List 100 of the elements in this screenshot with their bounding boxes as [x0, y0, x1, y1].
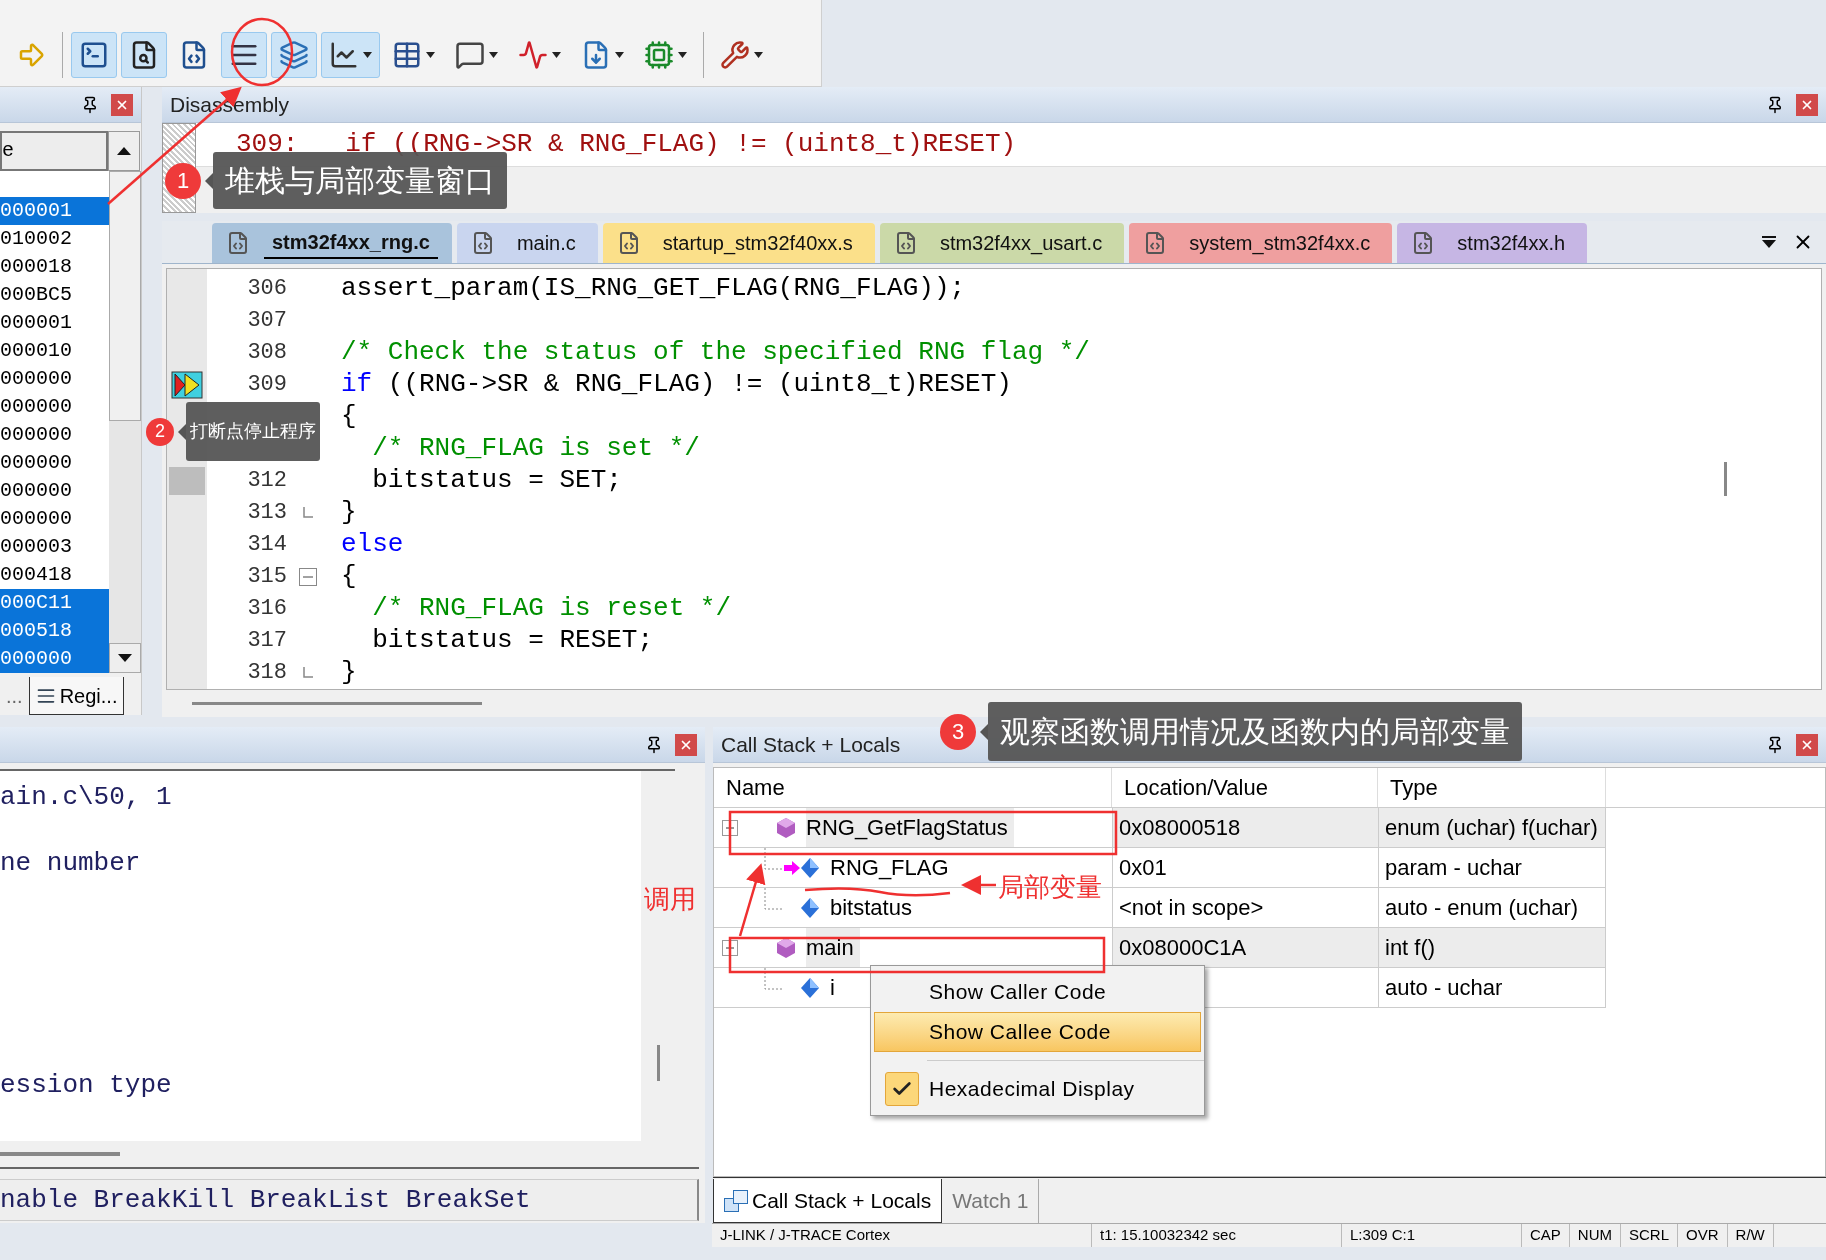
- column-header[interactable]: Name: [714, 768, 1112, 807]
- code-line: {: [340, 560, 357, 594]
- table-cell: auto - enum (uchar): [1378, 888, 1606, 928]
- annotation-arrow: [961, 875, 996, 895]
- scrollbar-thumb[interactable]: [0, 1152, 120, 1156]
- status-item: R/W: [1727, 1224, 1774, 1247]
- column-header-text: e: [2, 138, 14, 164]
- menu-item[interactable]: Hexadecimal Display: [874, 1069, 1201, 1109]
- wrench-icon: [720, 40, 750, 70]
- code-line: if ((RNG->SR & RNG_FLAG) != (uint8_t)RESET): [340, 368, 1012, 402]
- panel-tab[interactable]: Call Stack + Locals: [713, 1179, 943, 1223]
- register-value[interactable]: 000518: [0, 617, 110, 645]
- column-header[interactable]: Location/Value: [1112, 768, 1378, 807]
- column-header[interactable]: e: [0, 131, 108, 171]
- toolbar-button[interactable]: [321, 32, 380, 78]
- callout-pointer: [178, 423, 186, 440]
- menu-item[interactable]: Show Callee Code: [874, 1012, 1201, 1052]
- scroll-up-button[interactable]: [108, 131, 140, 171]
- scrollbar-thumb[interactable]: [192, 701, 482, 705]
- dropdown-icon[interactable]: [1762, 235, 1776, 248]
- diamond-icon: [800, 896, 820, 919]
- annotation-note: 调用: [644, 883, 696, 916]
- gem-icon: [776, 936, 796, 959]
- line-number: 314: [247, 531, 287, 560]
- scrollbar-thumb[interactable]: [656, 1045, 660, 1081]
- file-tab[interactable]: stm32f4xx_rng.c: [212, 222, 452, 263]
- table-icon: [392, 40, 422, 70]
- file-tab[interactable]: system_stm32f4xx.c: [1129, 222, 1393, 263]
- callout-pointer: [980, 723, 988, 740]
- caret-icon: [426, 52, 435, 58]
- callout-label: 打断点停止程序: [186, 402, 320, 461]
- caret-icon: [615, 52, 624, 58]
- caret-icon: [678, 52, 687, 58]
- menu-item[interactable]: Show Caller Code: [874, 972, 1201, 1012]
- highlight-circle: [230, 17, 294, 87]
- checkbox[interactable]: [885, 1072, 919, 1106]
- file-tab-label: stm32f4xx_usart.c: [938, 230, 1104, 257]
- panel-tab[interactable]: ...: [0, 677, 29, 715]
- up-arrow-icon: [117, 147, 131, 155]
- line-number: 316: [247, 595, 287, 624]
- table-cell: param - uchar: [1378, 848, 1606, 888]
- diamond-icon: [800, 856, 820, 879]
- code-line: }: [340, 656, 357, 690]
- status-item: t1: 15.10032342 sec: [1092, 1224, 1342, 1247]
- file-tab-label: stm32f4xx_rng.c: [264, 226, 438, 259]
- code-line: assert_param(IS_RNG_GET_FLAG(RNG_FLAG));: [340, 272, 966, 306]
- diamond-icon: [800, 976, 820, 999]
- toolbar-button[interactable]: [221, 32, 267, 78]
- table-cell: enum (uchar) f(uchar): [1378, 808, 1606, 848]
- pin-icon[interactable]: [1766, 95, 1784, 114]
- pin-icon[interactable]: [1766, 735, 1784, 754]
- command-input[interactable]: nable BreakKill BreakList BreakSet: [0, 1179, 699, 1221]
- register-value[interactable]: 000001: [0, 197, 110, 225]
- callout-pointer: [205, 172, 213, 189]
- toolbar-button[interactable]: [121, 32, 167, 78]
- line-number: 313: [247, 499, 287, 528]
- layers-icon: [279, 40, 309, 70]
- message-icon: [455, 40, 485, 70]
- panel-tab[interactable]: Regi...: [28, 677, 125, 715]
- file-tab[interactable]: stm32f4xx.h: [1397, 222, 1588, 263]
- table-cell[interactable]: RNG_GetFlagStatus: [714, 808, 1112, 848]
- code-line: bitstatus = RESET;: [371, 624, 654, 658]
- code-line: bitstatus = SET;: [371, 464, 622, 498]
- output-line: ession type: [0, 1069, 173, 1101]
- table-cell: <not in scope>: [1112, 888, 1378, 928]
- code-line: else: [340, 528, 404, 562]
- number-badge: 2: [146, 417, 174, 446]
- file-tab[interactable]: startup_stm32f40xx.s: [602, 222, 875, 263]
- caret-icon: [489, 52, 498, 58]
- pin-icon[interactable]: [645, 735, 663, 754]
- register-value[interactable]: 000000: [0, 645, 110, 673]
- file-icon: [226, 230, 250, 255]
- scrollbar[interactable]: [109, 171, 141, 673]
- pin-icon[interactable]: [81, 95, 99, 114]
- register-value[interactable]: 000C11: [0, 589, 110, 617]
- gutter-mark: [169, 466, 205, 495]
- column-header[interactable]: Type: [1378, 768, 1606, 807]
- panel-title: Call Stack + Locals: [721, 731, 901, 758]
- tree-connector: [764, 848, 782, 870]
- line-number: 309: [247, 371, 287, 400]
- file-tab[interactable]: main.c: [456, 222, 598, 263]
- code-line: /* RNG_FLAG is reset */: [371, 592, 732, 626]
- line-number: 306: [247, 275, 287, 304]
- scrollbar-thumb[interactable]: [1723, 461, 1727, 496]
- fold-end-icon: [303, 507, 313, 519]
- status-item: SCRL: [1621, 1224, 1679, 1247]
- status-item: OVR: [1678, 1224, 1728, 1247]
- line-number: 312: [247, 467, 287, 496]
- caret-icon: [754, 52, 763, 58]
- code-line: }: [340, 496, 357, 530]
- node-label: main: [806, 928, 860, 967]
- code-line: {: [340, 400, 357, 434]
- toolbar-button[interactable]: [71, 32, 117, 78]
- file-tab[interactable]: stm32f4xx_usart.c: [879, 222, 1125, 263]
- collapse-icon[interactable]: [299, 567, 317, 586]
- chip-icon: [644, 40, 674, 70]
- table-cell: 0x01: [1112, 848, 1378, 888]
- file-tab-label: stm32f4xx.h: [1456, 230, 1567, 256]
- line-number: 318: [247, 659, 287, 688]
- line-number: 308: [247, 339, 287, 368]
